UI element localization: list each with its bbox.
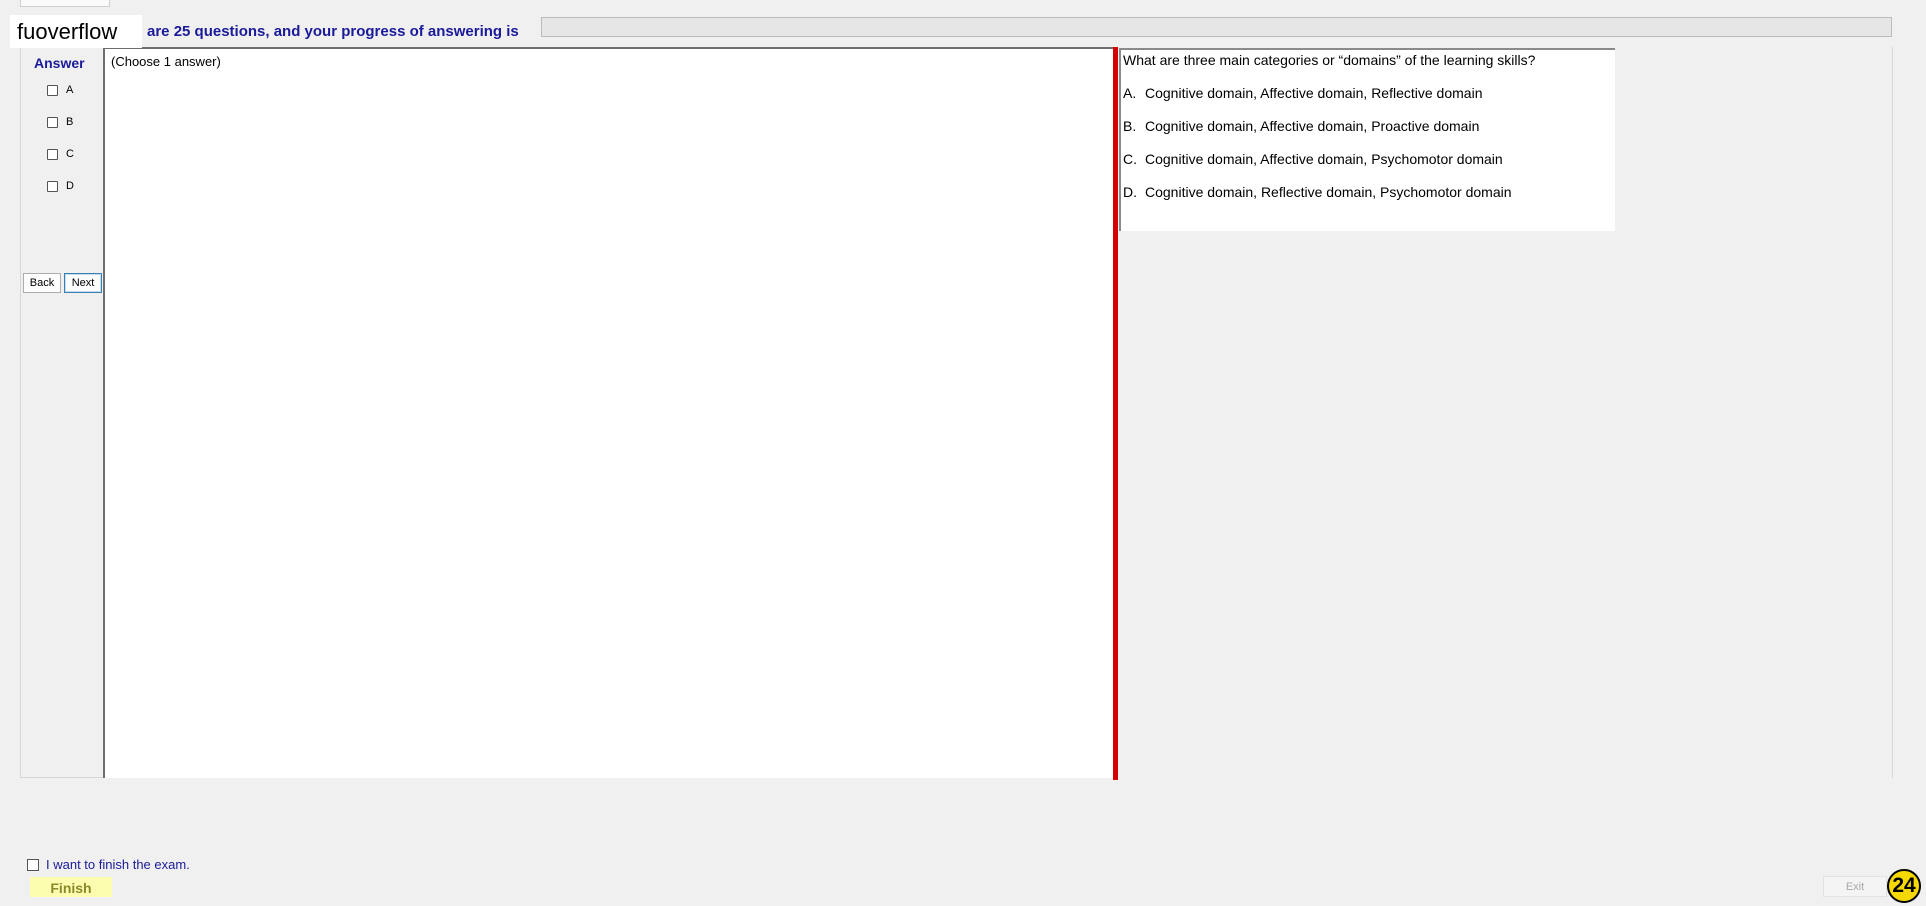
question-text: What are three main categories or “domai… [1123,52,1536,68]
finish-confirm-checkbox[interactable] [27,858,39,871]
answer-checkbox-a[interactable] [47,84,58,96]
answer-option-c[interactable]: C [47,146,74,162]
brand-watermark: fuoverflow [10,15,142,48]
question-option-a: A. Cognitive domain, Affective domain, Re… [1123,85,1482,101]
answer-option-b[interactable]: B [47,114,73,130]
question-option-c: C. Cognitive domain, Affective domain, Ps… [1123,151,1503,167]
answer-checkbox-b[interactable] [47,116,58,128]
answer-text-area[interactable] [103,47,1113,778]
question-option-letter: A. [1123,85,1137,101]
question-option-letter: D. [1123,184,1137,200]
question-option-letter: C. [1123,151,1137,167]
answer-checkbox-c[interactable] [47,148,58,160]
progress-text: are 25 questions, and your progress of a… [147,23,519,40]
answer-option-label: D [66,180,74,192]
answer-checkbox-d[interactable] [47,180,58,192]
exam-window: fuoverflow are 25 questions, and your pr… [0,0,1926,906]
finish-button[interactable]: Finish [30,877,112,897]
back-button[interactable]: Back [23,273,61,293]
answer-option-label: B [66,116,74,128]
answer-option-label: C [66,148,74,160]
question-option-d: D. Cognitive domain, Reflective domain, P… [1123,184,1512,200]
finish-confirm-label[interactable]: I want to finish the exam. [46,857,190,872]
exit-button[interactable]: Exit [1823,876,1887,897]
question-option-text: Cognitive domain, Affective domain, Refl… [1145,85,1483,101]
answer-option-label: A [66,84,74,96]
choose-instruction: (Choose 1 answer) [111,54,221,69]
question-option-text: Cognitive domain, Affective domain, Psyc… [1145,151,1503,167]
answer-title: Answer [34,55,85,71]
answer-option-d[interactable]: D [47,178,74,194]
finish-confirm-row[interactable]: I want to finish the exam. [27,857,190,872]
question-count-badge: 24 [1887,869,1921,903]
answer-option-a[interactable]: A [47,82,73,98]
next-button[interactable]: Next [64,273,102,293]
progress-bar [541,17,1892,37]
question-option-text: Cognitive domain, Reflective domain, Psy… [1145,184,1512,200]
top-tab[interactable] [20,0,110,7]
question-option-letter: B. [1123,118,1137,134]
question-option-text: Cognitive domain, Affective domain, Proa… [1145,118,1480,134]
question-box [1119,48,1615,231]
question-option-b: B. Cognitive domain, Affective domain, Pr… [1123,118,1479,134]
